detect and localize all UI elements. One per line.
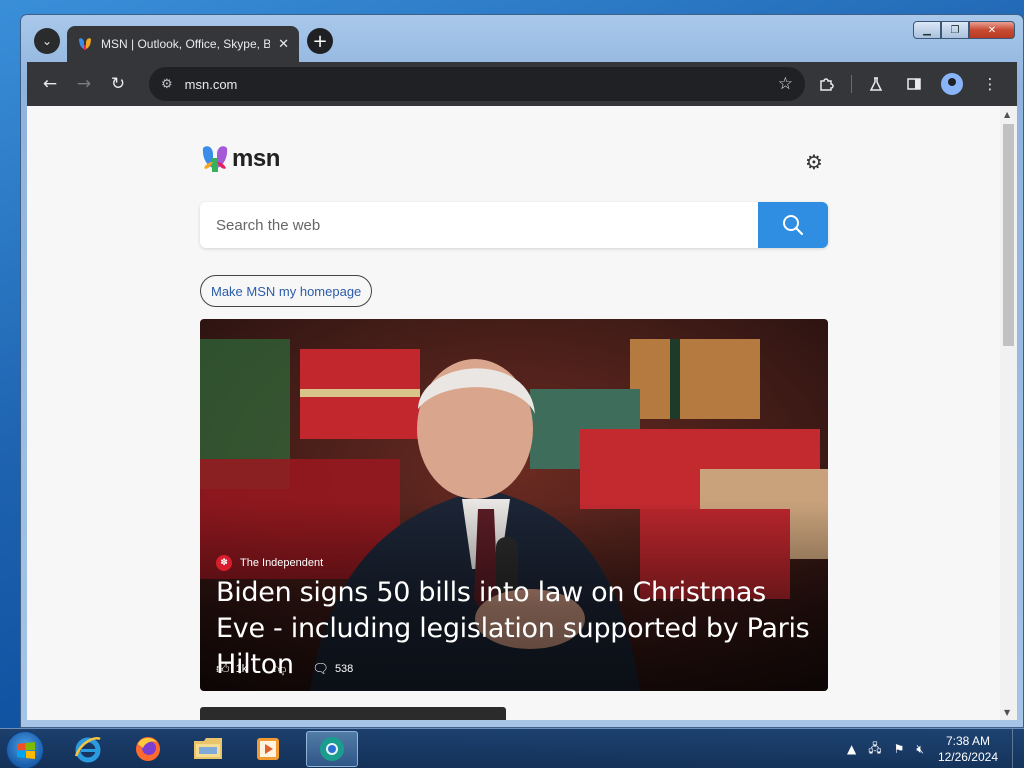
- reload-icon: ↻: [110, 74, 126, 94]
- scroll-up-arrow-icon[interactable]: ▲: [1004, 110, 1010, 119]
- web-search-box: [200, 202, 828, 248]
- maximize-button[interactable]: ❐: [941, 21, 969, 39]
- clock-time: 7:38 AM: [945, 734, 990, 748]
- network-icon[interactable]: 🖧︎: [868, 739, 881, 760]
- volume-muted-icon[interactable]: 🔇︎: [916, 742, 924, 757]
- taskbar-media-player[interactable]: [242, 731, 294, 767]
- close-window-button[interactable]: ✕: [969, 21, 1015, 39]
- back-button[interactable]: ←: [33, 67, 67, 101]
- make-homepage-button[interactable]: Make MSN my homepage: [200, 275, 373, 307]
- clock[interactable]: 7:38 AM 12/26/2024: [938, 733, 998, 765]
- system-tray: ▲ 🖧︎ ⚑ 🔇︎ 7:38 AM 12/26/2024: [841, 729, 1024, 768]
- search-button[interactable]: [758, 202, 828, 248]
- gear-icon[interactable]: ⚙: [805, 150, 827, 174]
- page-scrollbar[interactable]: ▲ ▼: [1000, 106, 1017, 720]
- tab-strip: ⌄ MSN | Outlook, Office, Skype, Bing, Br…: [27, 20, 913, 62]
- puzzle-icon: [820, 78, 834, 91]
- article-source[interactable]: ✽ The Independent: [216, 555, 323, 571]
- tab-search-button[interactable]: ⌄: [34, 28, 60, 54]
- media-player-icon: [257, 738, 279, 760]
- thumbs-up-icon[interactable]: 👍︎: [216, 661, 230, 677]
- side-panel-icon: [907, 78, 921, 90]
- windows-logo-icon: [17, 742, 35, 759]
- msn-butterfly-icon: [202, 146, 228, 172]
- taskbar: ▲ 🖧︎ ⚑ 🔇︎ 7:38 AM 12/26/2024: [0, 728, 1024, 768]
- minimize-button[interactable]: ▁: [913, 21, 941, 39]
- chevron-down-icon: ⌄: [41, 34, 53, 48]
- arrow-right-icon: →: [76, 74, 92, 94]
- browser-toolbar: ← → ↻ ⚙ msn.com ☆ ⋮: [27, 62, 1017, 106]
- taskbar-firefox[interactable]: [122, 731, 174, 767]
- address-bar-url[interactable]: msn.com: [185, 77, 778, 92]
- address-bar[interactable]: ⚙ msn.com ☆: [149, 67, 805, 101]
- tab-title: MSN | Outlook, Office, Skype, Bing, Brea…: [101, 37, 271, 51]
- forward-button[interactable]: →: [67, 67, 101, 101]
- action-center-flag-icon[interactable]: ⚑: [894, 742, 905, 756]
- profile-icon: [941, 73, 963, 95]
- taskbar-internet-explorer[interactable]: [62, 731, 114, 767]
- folder-icon: [194, 738, 222, 759]
- msn-logo[interactable]: msn: [200, 144, 280, 174]
- browser-app-icon: [320, 737, 344, 761]
- msn-wordmark: msn: [232, 145, 280, 172]
- flask-icon: [869, 77, 883, 91]
- news-card[interactable]: [200, 707, 506, 720]
- firefox-icon: [136, 737, 160, 761]
- star-icon[interactable]: ☆: [778, 74, 793, 94]
- comment-count: 538: [334, 663, 354, 675]
- start-button[interactable]: [6, 731, 44, 768]
- show-desktop-button[interactable]: [1012, 729, 1024, 768]
- arrow-left-icon: ←: [42, 74, 58, 94]
- page-viewport: msn ⚙ Make MSN my homepage: [27, 106, 1017, 720]
- internet-explorer-icon: [74, 737, 101, 763]
- side-panel-button[interactable]: [897, 67, 931, 101]
- new-tab-button[interactable]: +: [307, 28, 333, 54]
- tune-icon[interactable]: ⚙: [161, 77, 173, 92]
- tab-msn[interactable]: MSN | Outlook, Office, Skype, Bing, Brea…: [67, 26, 299, 62]
- hero-news-card[interactable]: ✽ The Independent Biden signs 50 bills i…: [200, 319, 828, 691]
- article-reactions: 👍︎ 1k 👎︎ 🗨︎ 538: [216, 661, 353, 677]
- independent-logo-icon: ✽: [216, 555, 232, 571]
- extensions-button[interactable]: [810, 67, 844, 101]
- scroll-down-arrow-icon[interactable]: ▼: [1004, 708, 1010, 717]
- comment-icon[interactable]: 🗨︎: [312, 661, 329, 677]
- window-caption-buttons: ▁ ❐ ✕: [913, 21, 1015, 39]
- taskbar-chrome-active[interactable]: [306, 731, 358, 767]
- scroll-thumb[interactable]: [1003, 124, 1014, 346]
- show-hidden-icons-icon[interactable]: ▲: [847, 742, 856, 756]
- profile-button[interactable]: [935, 67, 969, 101]
- reload-button[interactable]: ↻: [101, 67, 135, 101]
- toolbar-actions: ⋮: [810, 67, 1007, 101]
- clock-date: 12/26/2024: [937, 750, 998, 764]
- msn-favicon-icon: [79, 38, 91, 50]
- thumbs-down-icon[interactable]: 👎︎: [273, 661, 286, 677]
- menu-button[interactable]: ⋮: [973, 67, 1007, 101]
- kebab-menu-icon: ⋮: [982, 75, 998, 93]
- like-count: 1k: [235, 663, 248, 675]
- search-input[interactable]: [200, 202, 758, 248]
- labs-button[interactable]: [859, 67, 893, 101]
- toolbar-separator: [851, 75, 852, 93]
- search-icon: [783, 215, 804, 236]
- source-name: The Independent: [240, 557, 324, 569]
- tab-close-button[interactable]: ✕: [278, 37, 289, 52]
- taskbar-file-explorer[interactable]: [182, 731, 234, 767]
